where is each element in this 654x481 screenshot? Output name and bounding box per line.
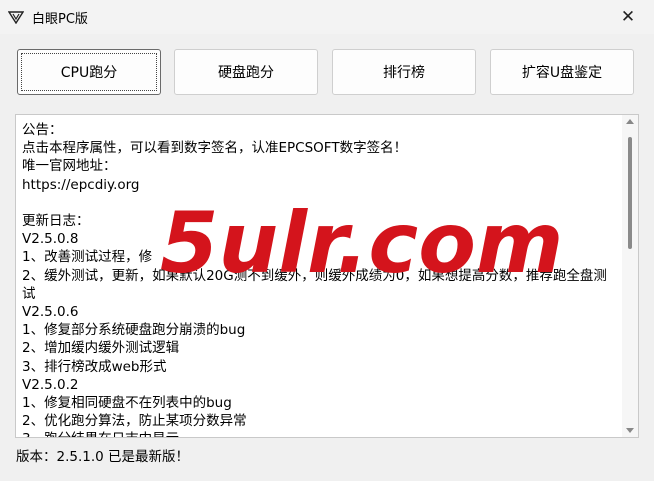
log-textbox[interactable]: 公告： 点击本程序属性，可以看到数字签名，认准EPCSOFT数字签名！ 唯一官网… — [15, 114, 639, 438]
title-bar: 白眼PC版 ✕ — [0, 0, 654, 34]
scroll-up-arrow-icon[interactable] — [626, 119, 634, 124]
ranking-label: 排行榜 — [383, 65, 425, 81]
app-logo-icon — [8, 11, 24, 24]
status-bar-text: 版本：2.5.1.0 已是最新版！ — [16, 449, 190, 465]
disk-benchmark-label: 硬盘跑分 — [218, 65, 274, 81]
scroll-down-arrow-icon[interactable] — [626, 428, 634, 433]
close-button[interactable]: ✕ — [616, 6, 640, 28]
log-content: 公告： 点击本程序属性，可以看到数字签名，认准EPCSOFT数字签名！ 唯一官网… — [22, 122, 607, 437]
window-title: 白眼PC版 — [32, 12, 88, 27]
usb-check-button[interactable]: 扩容U盘鉴定 — [490, 49, 634, 95]
ranking-button[interactable]: 排行榜 — [332, 49, 476, 95]
close-icon: ✕ — [620, 7, 636, 27]
vertical-scrollbar[interactable] — [622, 115, 638, 437]
disk-benchmark-button[interactable]: 硬盘跑分 — [174, 49, 318, 95]
usb-check-label: 扩容U盘鉴定 — [521, 65, 603, 81]
cpu-benchmark-button[interactable]: CPU跑分 — [17, 49, 161, 95]
scroll-thumb[interactable] — [628, 137, 632, 249]
cpu-benchmark-label: CPU跑分 — [60, 65, 118, 81]
